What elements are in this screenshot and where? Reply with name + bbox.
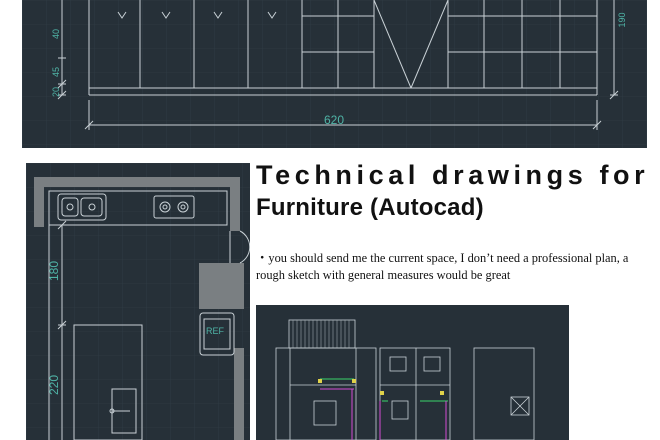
kitchen-plan-drawing: REF 180 220 [26, 163, 250, 440]
appliance-label: REF [206, 326, 225, 336]
upper-dimension: 180 [47, 261, 61, 281]
requirements-note: ・you should send me the current space, I… [256, 251, 629, 282]
left-dimension-2: 45 [51, 67, 61, 77]
left-dimension-3: 20 [51, 87, 61, 97]
kitchen-svg: REF 180 220 [26, 163, 250, 440]
floor-plan-svg [256, 305, 569, 440]
title-line-1: Technical drawings for [256, 160, 650, 190]
left-dimension-1: 40 [51, 29, 61, 39]
elevation-svg: 620 190 40 45 20 [22, 0, 647, 148]
width-dimension: 620 [324, 113, 344, 127]
elevation-drawing: 620 190 40 45 20 [22, 0, 647, 148]
height-dimension: 190 [617, 12, 627, 27]
floor-plan-drawing [256, 305, 569, 440]
lower-dimension: 220 [47, 375, 61, 395]
title-line-2: Furniture (Autocad) [256, 194, 484, 221]
